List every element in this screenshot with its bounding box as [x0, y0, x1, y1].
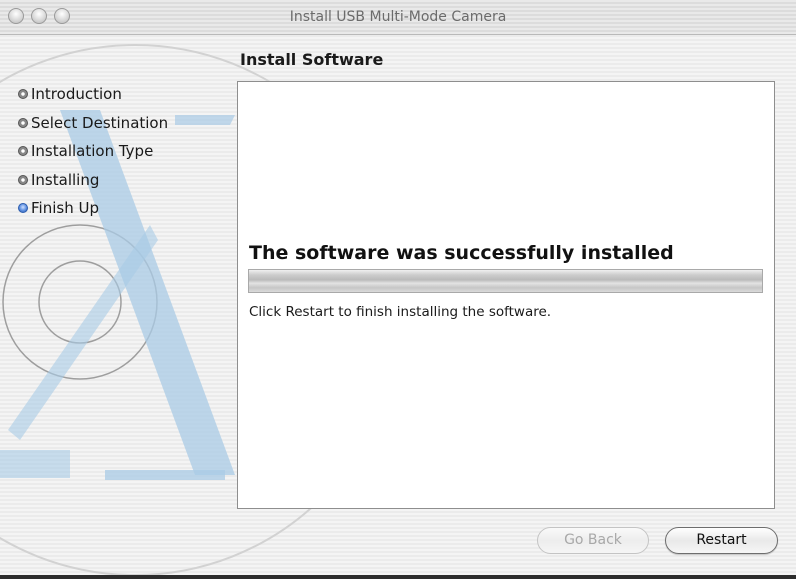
step-label: Installation Type [31, 142, 154, 161]
instruction-text: Click Restart to finish installing the s… [249, 304, 552, 320]
step-installation-type: Installation Type [18, 137, 238, 166]
window-title: Install USB Multi-Mode Camera [289, 9, 507, 25]
bg-x-stroke-thin [8, 225, 158, 440]
step-bullet-icon [18, 117, 28, 128]
title-bar[interactable]: Install USB Multi-Mode Camera [0, 0, 796, 35]
step-bullet-icon [18, 146, 28, 157]
restart-button[interactable]: Restart [665, 527, 778, 554]
bg-x-foot-left [0, 450, 70, 478]
step-label: Finish Up [31, 199, 99, 218]
progress-bar [248, 269, 763, 293]
installer-steps-sidebar: Introduction Select Destination Installa… [18, 80, 238, 223]
step-label: Installing [31, 170, 100, 189]
step-select-destination: Select Destination [18, 109, 238, 138]
step-introduction: Introduction [18, 80, 238, 109]
bg-ring-outer [2, 224, 158, 380]
step-label: Introduction [31, 85, 122, 104]
bg-ring-inner [38, 260, 122, 344]
step-finish-up: Finish Up [18, 194, 238, 223]
window-bottom-edge [0, 575, 796, 579]
current-step-bullet-icon [18, 203, 28, 214]
step-bullet-icon [18, 174, 28, 185]
step-label: Select Destination [31, 113, 169, 132]
success-heading: The software was successfully installed [249, 242, 674, 264]
content-panel: The software was successfully installed … [237, 81, 775, 509]
bg-x-foot-right [105, 470, 225, 480]
installer-window: Install USB Multi-Mode Camera Install So… [0, 0, 796, 579]
section-title: Install Software [240, 50, 384, 69]
step-bullet-icon [18, 89, 28, 100]
step-installing: Installing [18, 166, 238, 195]
go-back-button[interactable]: Go Back [537, 527, 649, 554]
progress-bar-fill [249, 270, 762, 292]
